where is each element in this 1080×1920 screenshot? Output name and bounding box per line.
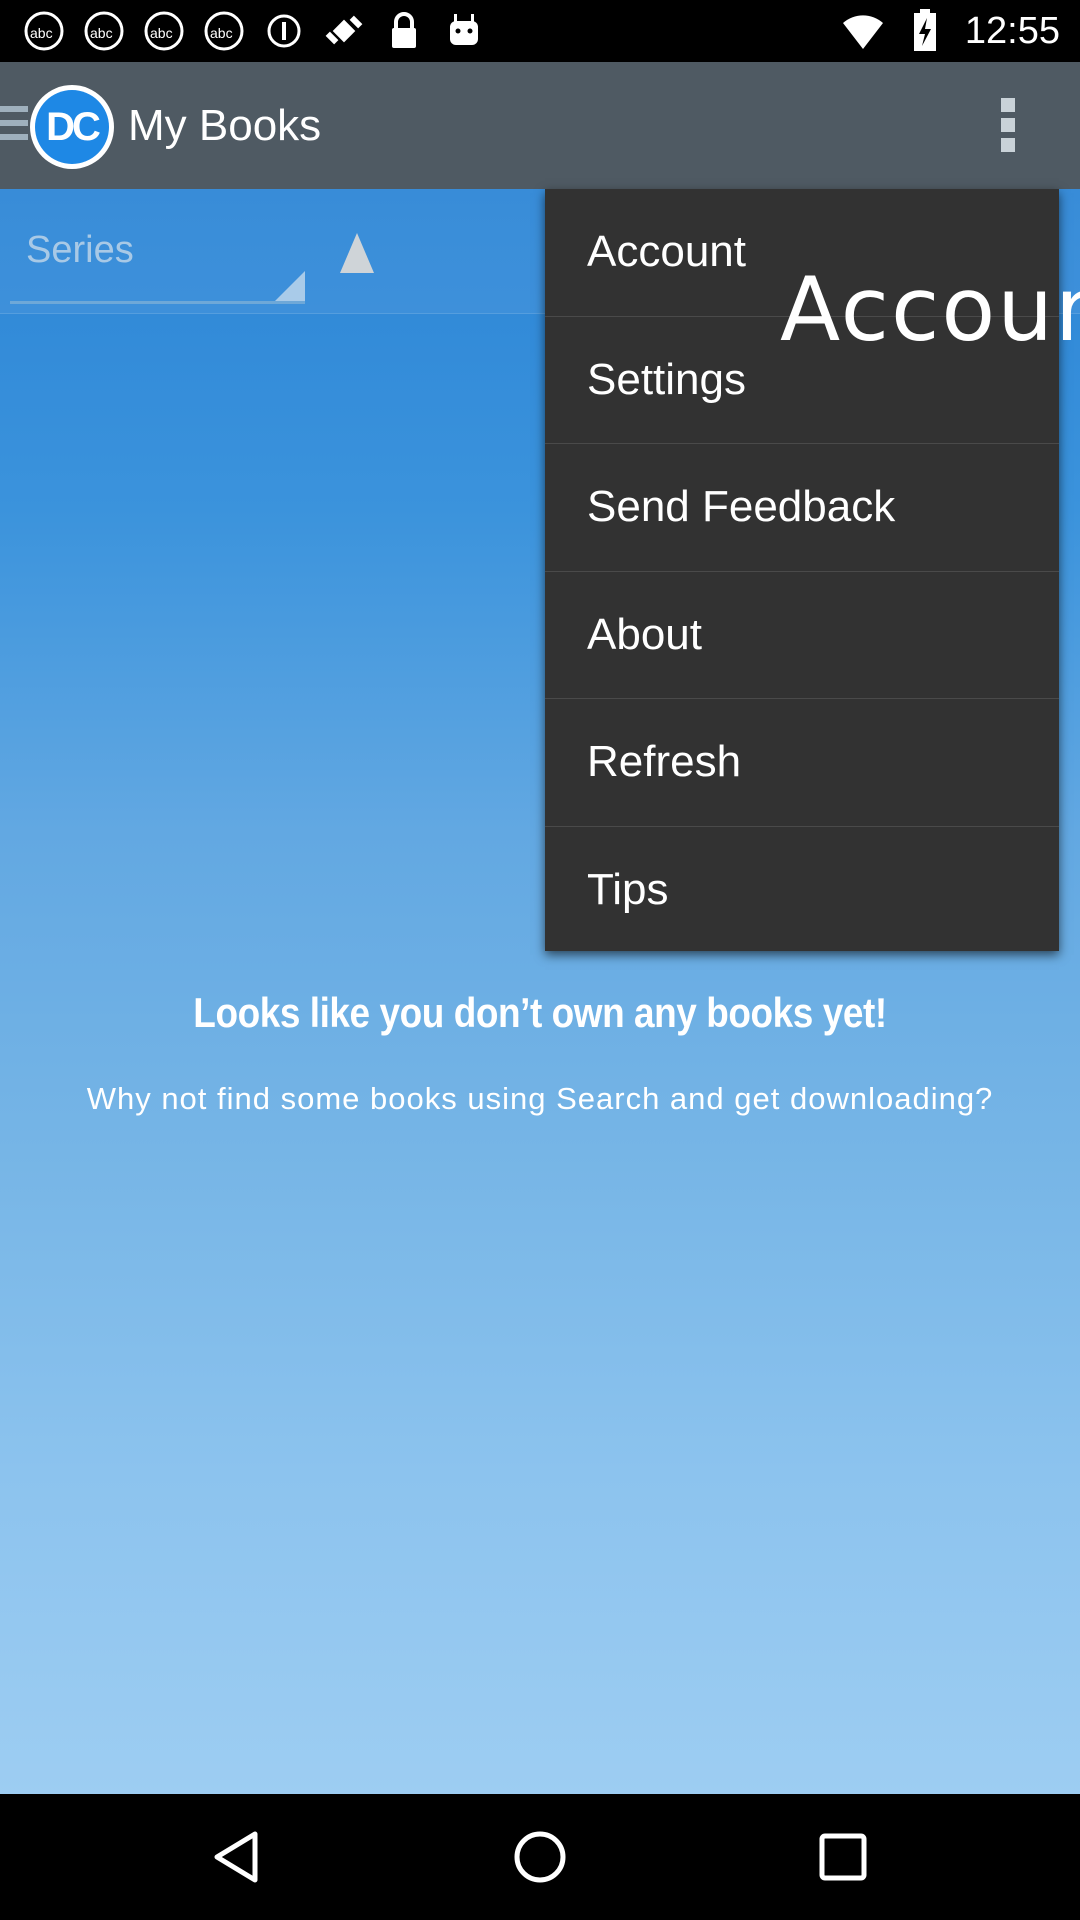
status-bar: abc abc abc abc 12:55: [0, 0, 1080, 62]
svg-text:abc: abc: [90, 25, 113, 41]
notification-icons: abc abc abc abc: [22, 0, 486, 62]
app-bar: DC My Books: [0, 62, 1080, 189]
recents-icon[interactable]: [808, 1822, 878, 1892]
navigation-bar: [0, 1794, 1080, 1920]
dc-logo-text: DC: [35, 90, 109, 164]
menu-item-label: Account: [587, 227, 746, 277]
menu-item-account[interactable]: Account: [545, 189, 1059, 317]
back-icon[interactable]: [201, 1822, 271, 1892]
menu-item-label: About: [587, 609, 702, 659]
info-circle-icon: [262, 9, 306, 53]
empty-state-title: Looks like you don’t own any books yet!: [193, 989, 887, 1036]
overflow-menu: Account Settings Send Feedback About Ref…: [545, 189, 1059, 951]
menu-item-label: Settings: [587, 354, 746, 404]
svg-text:abc: abc: [210, 25, 233, 41]
abc7-icon: abc: [142, 9, 186, 53]
abc7-icon: abc: [22, 9, 66, 53]
abc7-icon: abc: [202, 9, 246, 53]
fake-gps-icon: [322, 9, 366, 53]
menu-item-send-feedback[interactable]: Send Feedback: [545, 444, 1059, 572]
svg-text:abc: abc: [30, 25, 53, 41]
menu-icon[interactable]: [0, 106, 28, 146]
menu-item-refresh[interactable]: Refresh: [545, 699, 1059, 827]
menu-item-label: Refresh: [587, 737, 742, 787]
battery-charging-icon: [903, 9, 947, 53]
menu-item-tips[interactable]: Tips: [545, 827, 1059, 955]
menu-item-about[interactable]: About: [545, 572, 1059, 699]
system-icons: 12:55: [841, 0, 1060, 62]
menu-item-label: Tips: [587, 865, 669, 915]
wifi-icon: [841, 9, 885, 53]
sort-ascending-icon[interactable]: [340, 233, 374, 273]
abc7-icon: abc: [82, 9, 126, 53]
menu-item-label: Send Feedback: [587, 482, 896, 532]
clock: 12:55: [964, 9, 1060, 52]
lock-icon: [382, 9, 426, 53]
home-icon[interactable]: [505, 1822, 575, 1892]
empty-state-subtitle: Why not find some books using Search and…: [86, 1081, 994, 1116]
dropdown-corner-icon: [275, 271, 305, 301]
series-dropdown-label: Series: [26, 229, 134, 271]
page-title: My Books: [128, 100, 322, 150]
android-icon: [442, 9, 486, 53]
menu-item-settings[interactable]: Settings: [545, 317, 1059, 444]
series-dropdown[interactable]: Series: [10, 189, 305, 304]
more-options-icon[interactable]: [990, 92, 1026, 158]
svg-text:abc: abc: [150, 25, 173, 41]
dc-logo[interactable]: DC: [30, 85, 114, 169]
